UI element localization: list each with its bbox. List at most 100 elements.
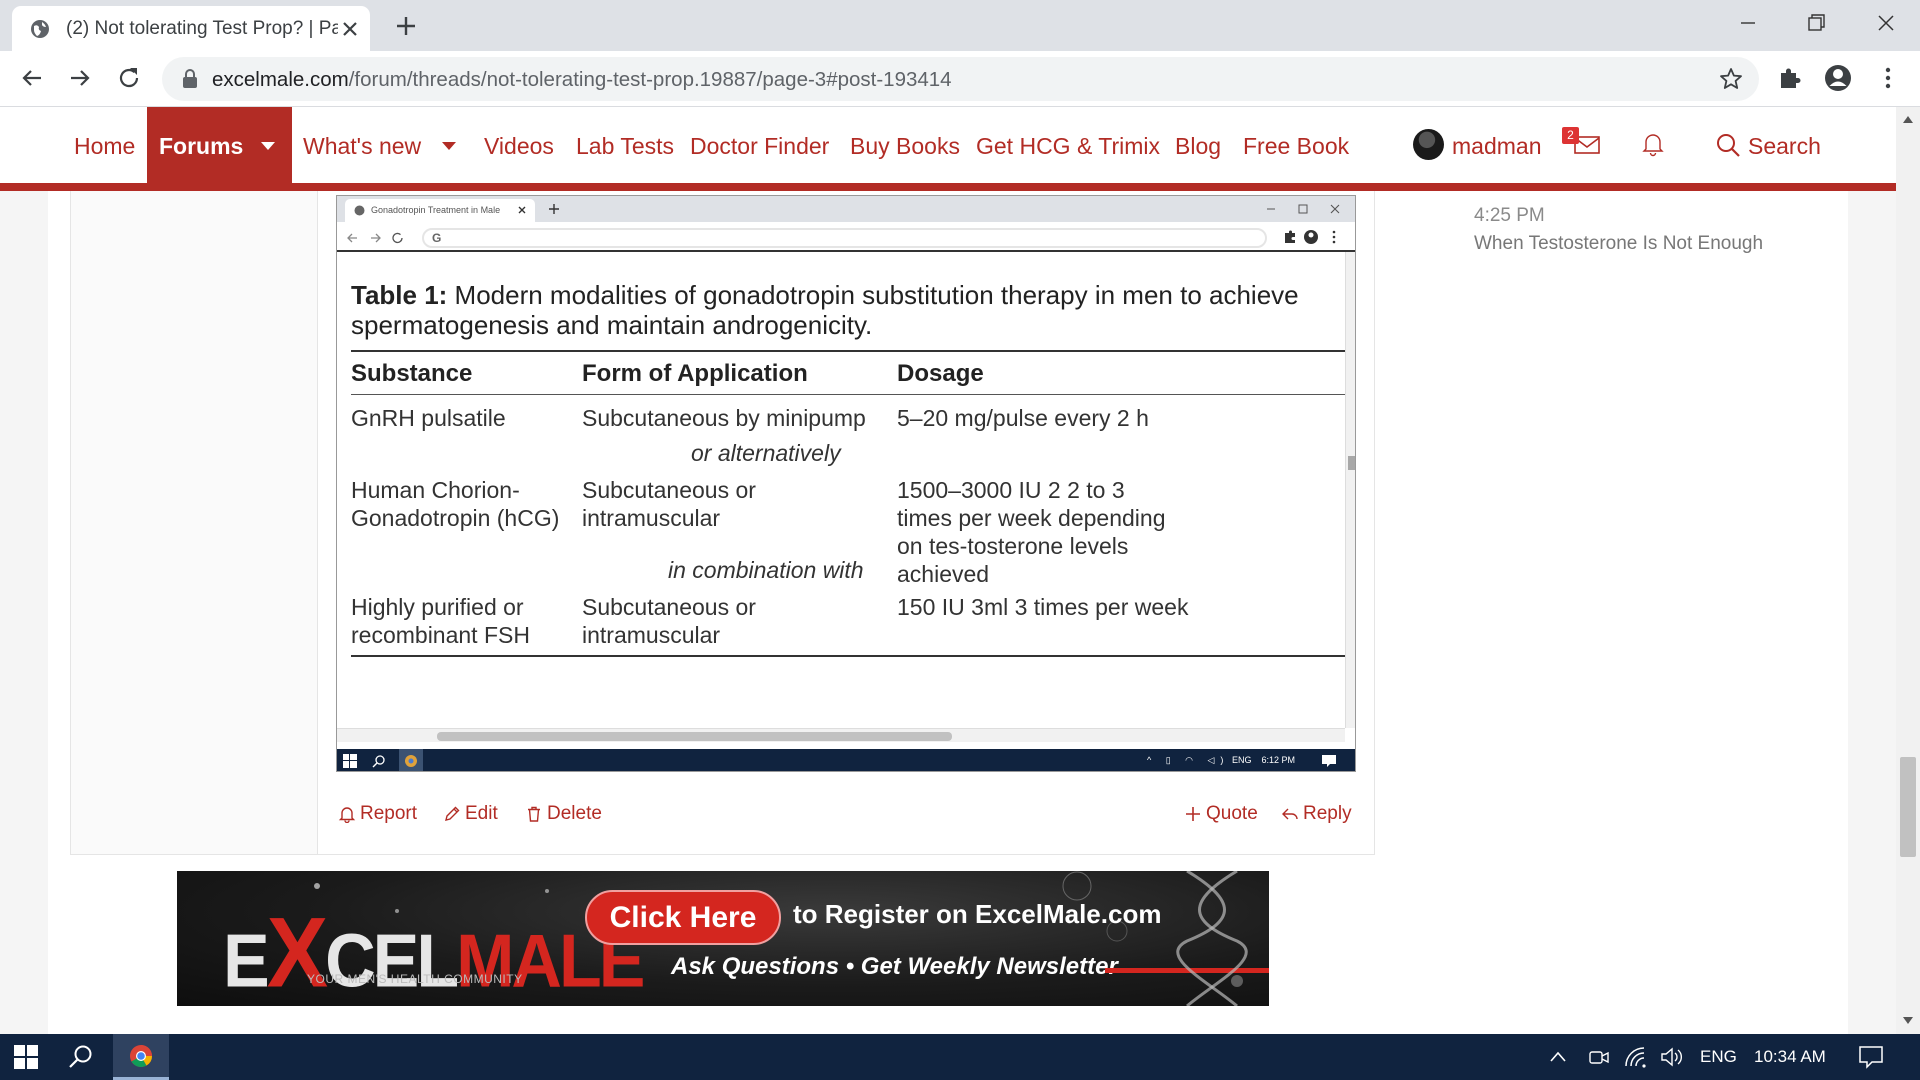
table-cell-substance: Highly purified or recombinant FSH xyxy=(351,594,530,648)
embedded-tray-lang: ENG xyxy=(1231,755,1252,765)
nav-username[interactable]: madman xyxy=(1452,133,1541,160)
browser-toolbar: excelmale.com/forum/threads/not-tolerati… xyxy=(0,51,1920,107)
taskbar-language[interactable]: ENG xyxy=(1700,1047,1737,1067)
quote-label: Quote xyxy=(1206,803,1258,824)
window-close-icon[interactable] xyxy=(1868,8,1904,38)
table-bottom-rule xyxy=(351,655,1345,657)
taskbar-search-icon[interactable] xyxy=(68,1044,94,1070)
back-arrow-icon[interactable] xyxy=(17,63,47,93)
browser-tab-active[interactable]: (2) Not tolerating Test Prop? | Pa xyxy=(12,6,370,51)
chevron-down-icon[interactable] xyxy=(441,141,457,151)
address-bar[interactable]: excelmale.com/forum/threads/not-tolerati… xyxy=(162,57,1759,101)
page-scroll-thumb[interactable] xyxy=(1900,757,1916,857)
embedded-horizontal-scroll-thumb xyxy=(437,732,952,741)
embedded-plus-icon xyxy=(549,204,559,214)
embedded-close-icon xyxy=(518,206,526,214)
table-top-rule xyxy=(351,350,1345,352)
nav-buy-books[interactable]: Buy Books xyxy=(850,133,960,160)
embedded-tab-strip: Gonadotropin Treatment in Male xyxy=(337,196,1355,222)
chevron-down-icon[interactable] xyxy=(260,141,276,151)
notification-center-icon[interactable] xyxy=(1858,1045,1884,1069)
logo-letter-e: E xyxy=(223,918,270,1003)
taskbar-chrome-item[interactable] xyxy=(113,1034,169,1080)
dna-helix-icon xyxy=(1176,871,1248,1006)
embedded-tray-time: 6:12 PM xyxy=(1261,755,1295,765)
post-embedded-screenshot: Gonadotropin Treatment in Male G Table 1… xyxy=(336,195,1356,772)
sidebar-thread-link[interactable]: When Testosterone Is Not Enough xyxy=(1474,233,1763,255)
embedded-windows-logo-icon xyxy=(343,754,357,768)
forward-arrow-icon[interactable] xyxy=(65,63,95,93)
nav-free-book[interactable]: Free Book xyxy=(1243,133,1349,160)
table-cell-dosage: 150 IU 3ml 3 times per week xyxy=(897,594,1189,620)
avatar[interactable] xyxy=(1413,129,1444,160)
nav-get-hcg-trimix[interactable]: Get HCG & Trimix xyxy=(976,133,1160,160)
reply-button[interactable]: Reply xyxy=(1281,803,1352,825)
banner-register-text: to Register on ExcelMale.com xyxy=(793,899,1162,929)
nav-forums[interactable]: Forums xyxy=(147,107,292,183)
table-header-substance: Substance xyxy=(351,360,473,387)
scroll-down-arrow-icon[interactable] xyxy=(1903,1017,1913,1025)
table-caption-text: Modern modalities of gonadotropin substi… xyxy=(351,280,1299,340)
excelmale-logo: EXCELMALE xyxy=(223,897,645,1006)
left-gutter xyxy=(0,191,48,1034)
table-separator-alternatively: or alternatively xyxy=(691,440,841,466)
reload-icon[interactable] xyxy=(114,63,144,93)
embedded-tab: Gonadotropin Treatment in Male xyxy=(345,199,535,222)
embedded-globe-icon xyxy=(354,205,365,216)
plus-icon xyxy=(1186,807,1200,821)
nav-accent-bar xyxy=(0,183,1896,191)
minimize-icon[interactable] xyxy=(1730,8,1766,38)
url-path: /forum/threads/not-tolerating-test-prop.… xyxy=(348,68,952,91)
nav-doctor-finder[interactable]: Doctor Finder xyxy=(690,133,829,160)
tray-chevron-up-icon[interactable] xyxy=(1548,1048,1568,1066)
table-cell-substance: Human Chorion-Gonadotropin (hCG) xyxy=(351,477,560,531)
nav-videos[interactable]: Videos xyxy=(484,133,554,160)
close-icon[interactable] xyxy=(338,17,362,41)
sidebar-latest-time: 4:25 PM xyxy=(1474,205,1545,226)
nav-whats-new[interactable]: What's new xyxy=(303,133,421,160)
edit-button[interactable]: Edit xyxy=(443,803,498,825)
bell-icon[interactable] xyxy=(1641,131,1665,157)
table-cell-form: Subcutaneous or intramuscular xyxy=(582,477,756,531)
delete-label: Delete xyxy=(547,803,602,824)
taskbar-clock[interactable]: 10:34 AM xyxy=(1754,1047,1826,1067)
meet-now-icon[interactable] xyxy=(1588,1046,1610,1068)
bell-icon xyxy=(338,807,356,823)
search-icon[interactable] xyxy=(1715,132,1741,158)
wifi-icon[interactable] xyxy=(1624,1046,1648,1068)
trash-icon xyxy=(528,806,540,822)
restore-icon[interactable] xyxy=(1798,8,1834,38)
table-cell-dosage: 1500–3000 IU 2 2 to 3 times per week dep… xyxy=(897,477,1166,587)
nav-lab-tests[interactable]: Lab Tests xyxy=(576,133,674,160)
embedded-nav-arrows-icon xyxy=(347,232,403,244)
windows-taskbar: ENG 10:34 AM xyxy=(0,1034,1920,1080)
logo-cel: CEL xyxy=(325,918,459,1003)
embedded-notification-icon xyxy=(1322,755,1336,767)
logo-tagline: YOUR MEN'S HEALTH COMMUNITY xyxy=(307,972,523,986)
edit-label: Edit xyxy=(465,803,498,824)
quote-button[interactable]: Quote xyxy=(1184,803,1258,825)
lock-icon[interactable] xyxy=(182,69,198,89)
bookmark-star-icon[interactable] xyxy=(1718,66,1744,92)
nav-search[interactable]: Search xyxy=(1748,133,1821,160)
nav-blog[interactable]: Blog xyxy=(1175,133,1221,160)
windows-start-icon[interactable] xyxy=(14,1045,38,1069)
kebab-menu-icon[interactable] xyxy=(1873,63,1903,93)
page-vertical-scrollbar[interactable] xyxy=(1896,107,1920,1034)
extensions-puzzle-icon[interactable] xyxy=(1775,63,1805,93)
volume-icon[interactable] xyxy=(1660,1046,1684,1068)
click-here-button[interactable]: Click Here xyxy=(585,890,781,945)
table-separator-combination: in combination with xyxy=(668,557,864,583)
embedded-tab-title: Gonadotropin Treatment in Male xyxy=(371,205,501,215)
table-header-form: Form of Application xyxy=(582,360,808,387)
scroll-up-arrow-icon[interactable] xyxy=(1903,115,1913,123)
nav-home[interactable]: Home xyxy=(74,133,135,160)
table-cell-form: Subcutaneous by minipump xyxy=(582,405,866,431)
delete-button[interactable]: Delete xyxy=(525,803,602,825)
profile-avatar-icon[interactable] xyxy=(1823,63,1853,93)
report-button[interactable]: Report xyxy=(338,803,417,825)
table-caption-label: Table 1: xyxy=(351,280,448,310)
embedded-toolbar: G xyxy=(337,222,1355,252)
plus-icon[interactable] xyxy=(392,12,420,40)
register-banner-ad[interactable]: EXCELMALE YOUR MEN'S HEALTH COMMUNITY Cl… xyxy=(177,871,1269,1006)
